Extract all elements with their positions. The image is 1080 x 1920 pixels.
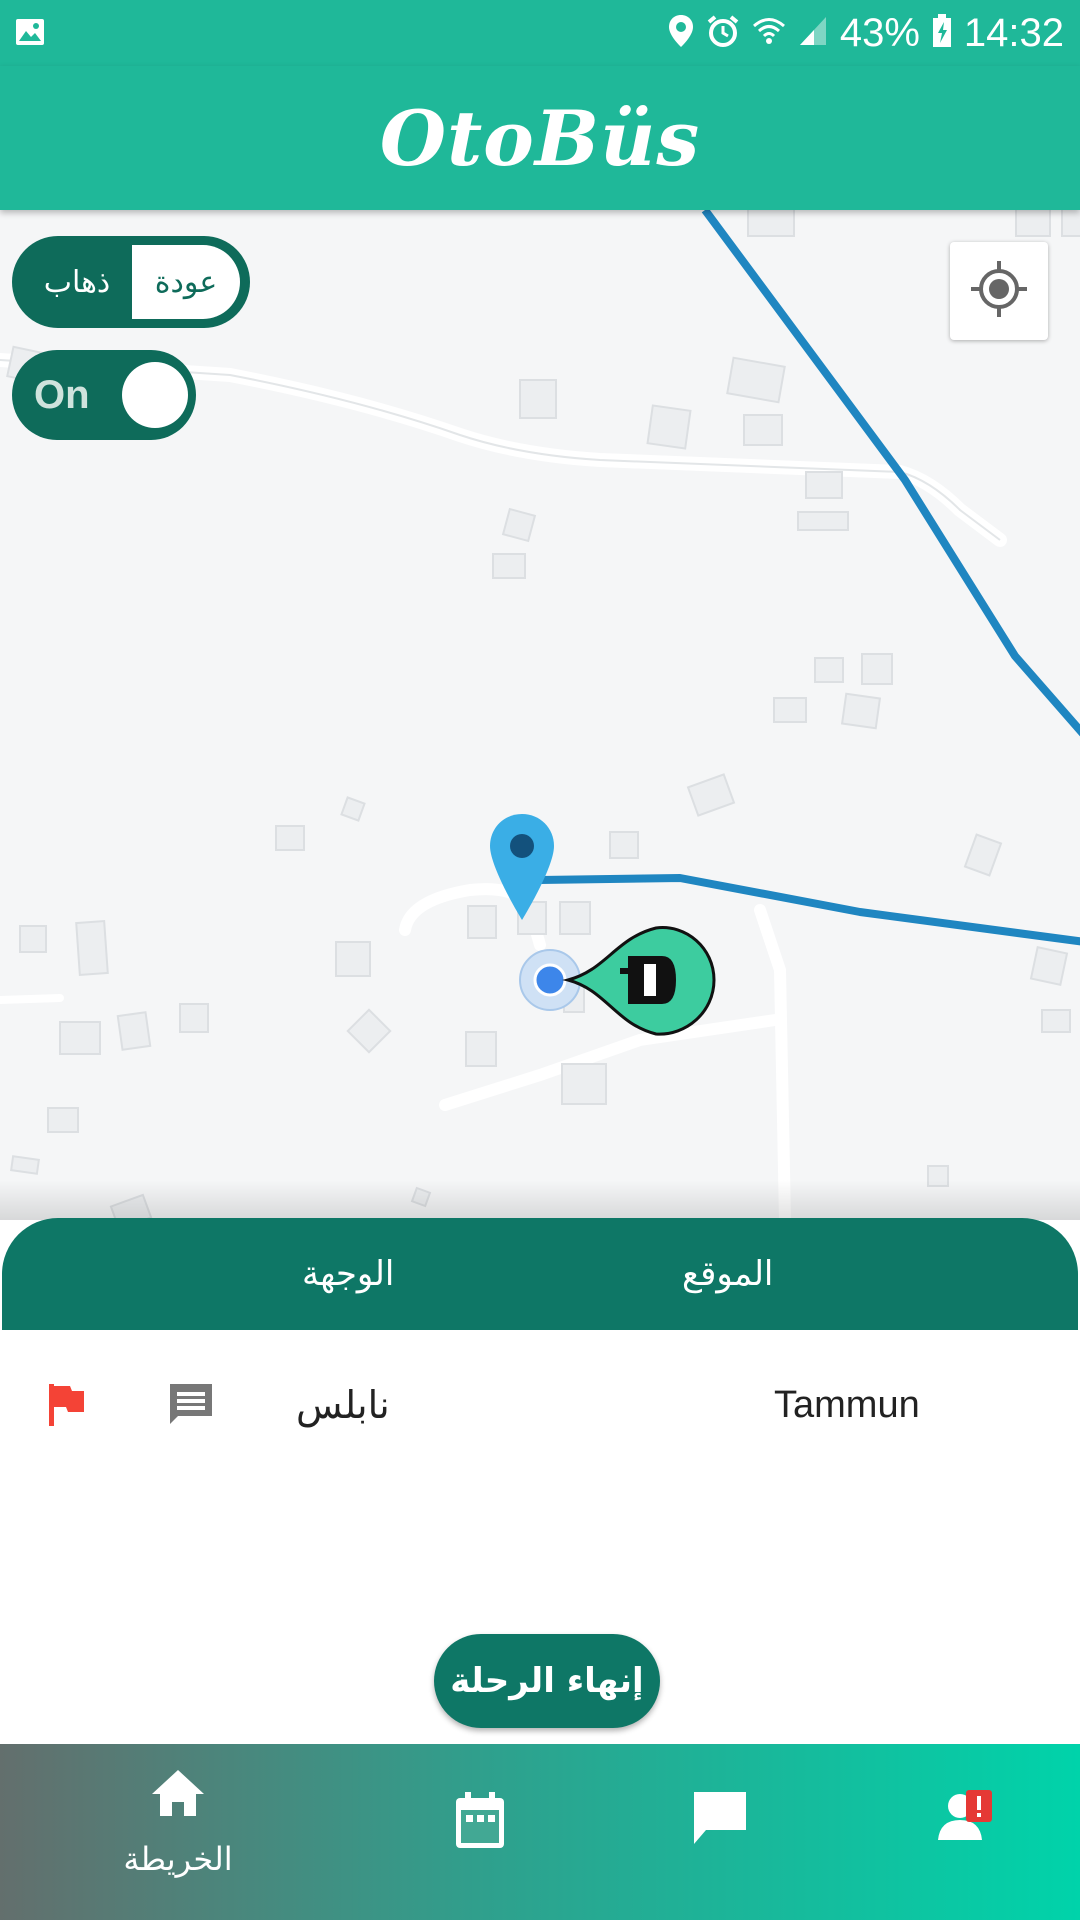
alarm-icon [706, 14, 740, 52]
end-trip-button[interactable]: إنهاء الرحلة [434, 1634, 660, 1728]
nav-chat[interactable] [640, 1744, 800, 1920]
flag-icon[interactable] [46, 1382, 86, 1432]
online-switch[interactable]: On [12, 350, 196, 440]
nav-schedule[interactable] [400, 1744, 560, 1920]
bottom-navigation: الخريطة [0, 1744, 1080, 1920]
my-location-button[interactable] [950, 242, 1048, 340]
destination-value: نابلس [296, 1383, 390, 1427]
profile-alert-icon [936, 1788, 996, 1848]
battery-percent: 43% [839, 10, 920, 55]
chat-icon [690, 1788, 750, 1852]
sheet-shadow [0, 1180, 1080, 1220]
nav-profile[interactable] [880, 1744, 1040, 1920]
status-bar: 43% 14:32 [0, 0, 1080, 66]
app-title: OtoBüs [379, 93, 701, 183]
nav-map-label: الخريطة [123, 1840, 233, 1878]
battery-charging-icon [932, 14, 952, 52]
destination-header: الوجهة [302, 1254, 395, 1294]
trip-sheet-header: الوجهة الموقع [2, 1218, 1078, 1330]
message-icon[interactable] [166, 1380, 216, 1434]
trip-row: نابلس Tammun [0, 1370, 1080, 1440]
bus-driver-marker-icon[interactable] [516, 920, 716, 1044]
app-bar: OtoBüs [0, 66, 1080, 210]
clock: 14:32 [963, 10, 1064, 55]
nav-map[interactable]: الخريطة [98, 1744, 258, 1920]
home-icon [150, 1768, 206, 1822]
location-value: Tammun [774, 1384, 920, 1426]
location-icon [668, 14, 694, 52]
signal-icon [798, 15, 828, 51]
my-location-icon [969, 259, 1029, 323]
image-icon [14, 16, 46, 52]
going-option[interactable]: ذهاب [22, 245, 132, 319]
switch-knob [122, 362, 188, 428]
wifi-icon [752, 15, 786, 51]
direction-toggle[interactable]: ذهاب عودة [12, 236, 250, 328]
destination-pin-icon[interactable] [488, 812, 556, 926]
calendar-icon [454, 1792, 506, 1854]
location-header: الموقع [682, 1254, 774, 1294]
online-switch-label: On [34, 373, 90, 417]
return-option[interactable]: عودة [132, 245, 240, 319]
